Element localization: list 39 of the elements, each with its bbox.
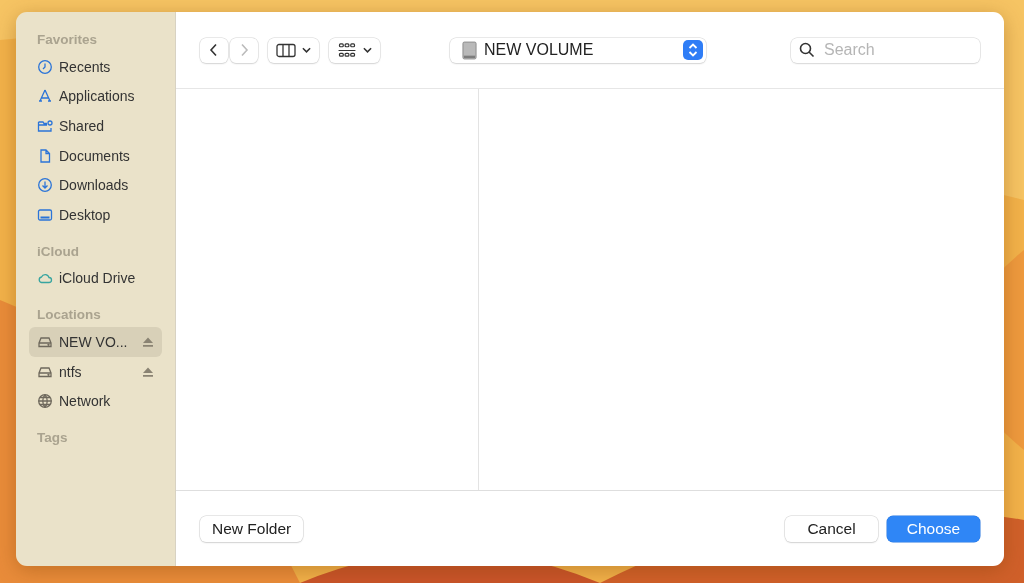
sidebar-item[interactable]: ntfs [29,356,162,387]
sidebar-item[interactable]: Documents [29,140,162,171]
back-button[interactable] [200,37,228,63]
section-header: Tags [36,429,69,445]
sidebar-item[interactable]: Applications [29,81,162,112]
sidebar-icon [37,206,53,223]
search-icon [799,42,815,58]
sidebar-item[interactable]: Shared [29,111,162,141]
view-mode-button[interactable] [268,37,319,63]
sidebar-item[interactable]: NEW VO... [29,327,162,357]
sidebar-icon [37,58,53,75]
sidebar-item[interactable]: iCloud Drive [29,263,162,294]
group-button[interactable] [329,37,380,63]
grid-icon [337,42,357,58]
caret-icon [302,47,311,53]
sidebar-icon [37,118,53,134]
cancel-button[interactable]: Cancel [785,515,878,542]
search-field[interactable]: Search [791,37,980,63]
sidebar-item[interactable]: Desktop [29,199,162,230]
chevron-right-icon [239,43,249,57]
sidebar-icon [37,147,53,164]
sidebar-item[interactable]: Recents [29,52,162,82]
new-folder-button[interactable]: New Folder [200,515,304,542]
stepper-icon [683,40,703,60]
location-dropdown[interactable]: NEW VOLUME [450,37,706,63]
eject-icon[interactable] [142,365,154,378]
sidebar-icon [37,88,53,105]
sidebar-item[interactable]: Downloads [29,170,162,200]
sidebar-icon [37,177,53,194]
choose-button[interactable]: Choose [887,515,980,542]
columns-icon [276,42,296,58]
section-header: Favorites [36,32,99,47]
chevron-left-icon [209,43,219,57]
section-header: Locations [36,307,102,323]
sidebar-icon [37,393,53,410]
sidebar-item[interactable]: Network [29,386,162,416]
caret-icon [363,47,372,53]
drive-icon [462,40,477,60]
section-header: iCloud [36,243,80,259]
